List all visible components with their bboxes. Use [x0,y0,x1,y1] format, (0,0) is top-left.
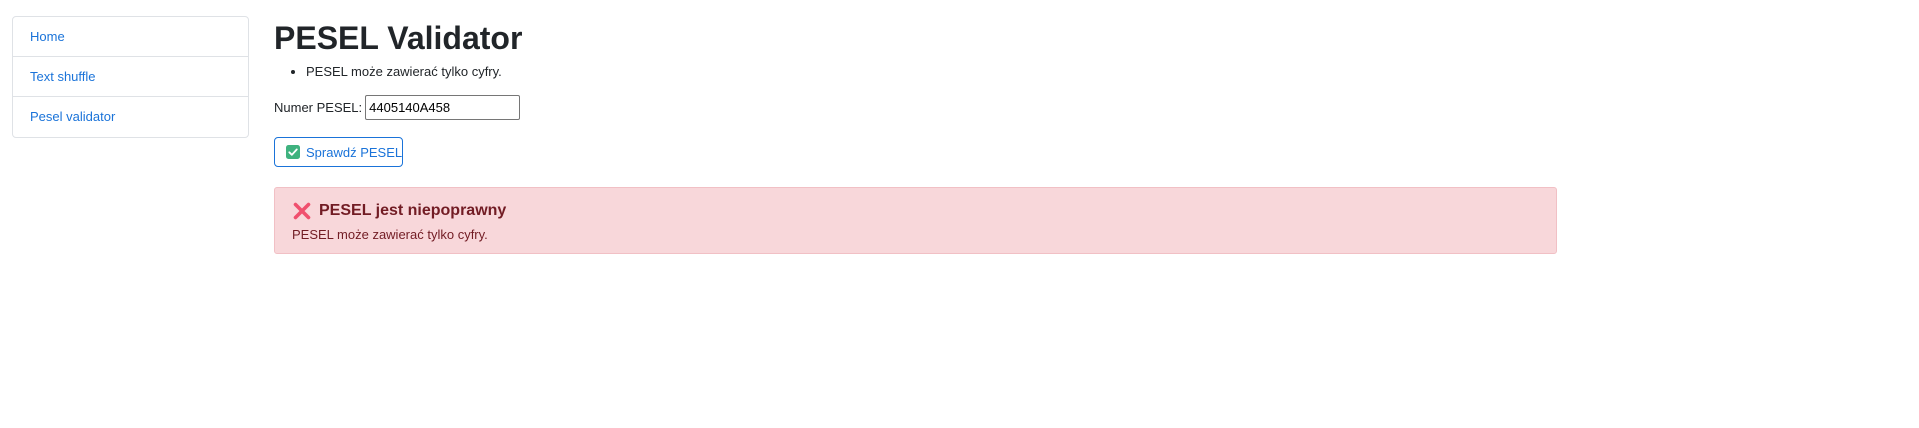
alert-heading: PESEL jest niepoprawny [293,200,506,222]
sidebar-item-pesel-validator[interactable]: Pesel validator [13,97,248,137]
check-pesel-button[interactable]: Sprawdź PESEL [274,137,403,167]
sidebar-item-home[interactable]: Home [13,17,248,57]
pesel-field-label: Numer PESEL: [274,100,363,115]
check-mark-button-icon [286,145,300,159]
sidebar-item-text-shuffle[interactable]: Text shuffle [13,57,248,97]
validation-error-list: PESEL może zawierać tylko cyfry. [274,64,502,80]
check-pesel-button-label: Sprawdź PESEL [306,144,403,160]
pesel-field-row: Numer PESEL: [274,95,521,120]
page-title: PESEL Validator [274,20,523,56]
error-alert: PESEL jest niepoprawny PESEL może zawier… [274,187,1557,254]
page: Home Text shuffle Pesel validator PESEL … [0,0,1919,428]
pesel-input[interactable] [365,95,521,120]
alert-heading-text: PESEL jest niepoprawny [319,202,507,219]
alert-message: PESEL może zawierać tylko cyfry. [292,227,488,242]
cross-mark-icon [293,202,311,220]
validation-error-item: PESEL może zawierać tylko cyfry. [306,64,502,80]
sidebar-nav: Home Text shuffle Pesel validator [12,16,249,138]
